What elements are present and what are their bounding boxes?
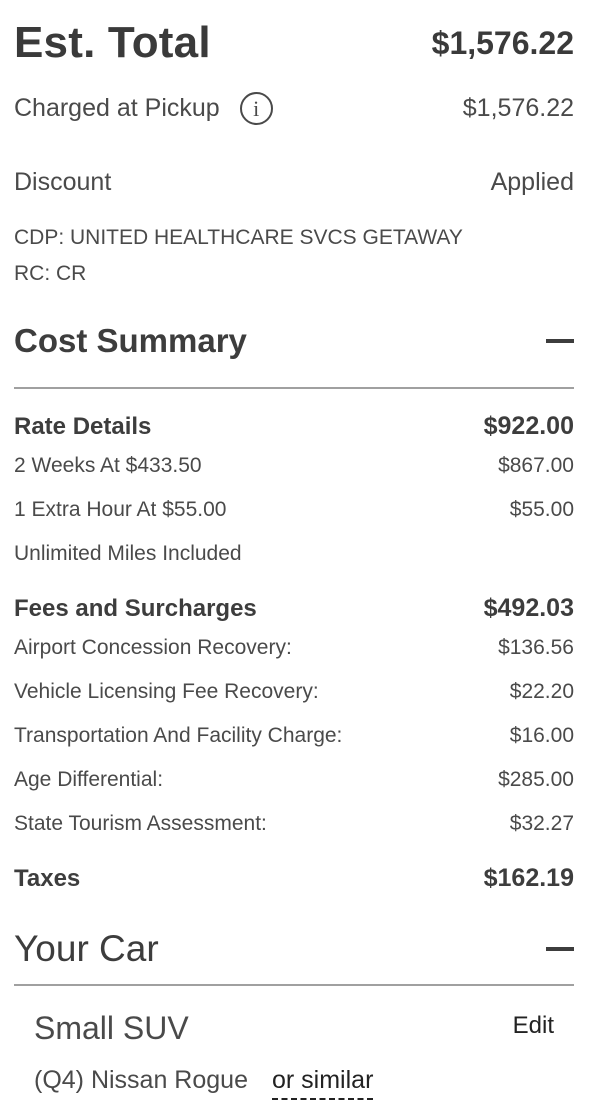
fee-item-row: Airport Concession Recovery: $136.56 — [14, 636, 574, 660]
estimate-total-row: Est. Total $1,576.22 — [14, 18, 574, 68]
taxes-title: Taxes — [14, 864, 81, 892]
fees-total: $492.03 — [483, 594, 574, 622]
cost-summary-title: Cost Summary — [14, 322, 247, 359]
rate-item-row: Unlimited Miles Included — [14, 542, 574, 566]
collapse-minus-icon[interactable] — [546, 947, 574, 951]
rate-item-label: Unlimited Miles Included — [14, 542, 242, 565]
car-type: Small SUV — [34, 1010, 189, 1046]
fee-item-value: $16.00 — [509, 724, 574, 747]
fee-item-value: $32.27 — [509, 812, 574, 835]
rate-details-title: Rate Details — [14, 412, 152, 440]
car-model: (Q4) Nissan Rogue — [34, 1066, 248, 1094]
your-car-header[interactable]: Your Car — [14, 928, 574, 970]
estimate-total-value: $1,576.22 — [431, 24, 574, 61]
or-similar-link[interactable]: or similar — [272, 1066, 374, 1100]
taxes-total: $162.19 — [483, 864, 574, 892]
collapse-minus-icon[interactable] — [546, 339, 574, 343]
rate-item-row: 1 Extra Hour At $55.00 $55.00 — [14, 498, 574, 522]
rate-details-total: $922.00 — [483, 412, 574, 440]
discount-status: Applied — [490, 168, 574, 196]
fee-item-value: $22.20 — [509, 680, 574, 703]
charged-at-pickup-label: Charged at Pickup — [14, 94, 220, 122]
fee-item-row: Transportation And Facility Charge: $16.… — [14, 724, 574, 748]
fee-item-label: Vehicle Licensing Fee Recovery: — [14, 680, 319, 703]
fee-item-label: Transportation And Facility Charge: — [14, 724, 343, 747]
estimate-total-title: Est. Total — [14, 18, 211, 67]
fee-item-label: State Tourism Assessment: — [14, 812, 267, 835]
fees-title: Fees and Surcharges — [14, 594, 257, 622]
discount-row: Discount Applied — [14, 168, 574, 197]
fees-row: Fees and Surcharges $492.03 — [14, 594, 574, 623]
cost-summary-header[interactable]: Cost Summary — [14, 322, 574, 360]
taxes-row: Taxes $162.19 — [14, 864, 574, 893]
rate-item-value: $867.00 — [498, 454, 574, 477]
fee-item-row: Vehicle Licensing Fee Recovery: $22.20 — [14, 680, 574, 704]
edit-car-link[interactable]: Edit — [513, 1012, 554, 1040]
charged-at-pickup-value: $1,576.22 — [462, 94, 574, 122]
cost-summary-divider — [14, 387, 574, 389]
discount-cdp: CDP: UNITED HEALTHCARE SVCS GETAWAY — [14, 226, 463, 249]
fee-item-label: Airport Concession Recovery: — [14, 636, 292, 659]
discount-rc: RC: CR — [14, 262, 87, 285]
info-icon[interactable]: i — [239, 92, 273, 125]
rate-details-row: Rate Details $922.00 — [14, 412, 574, 441]
rate-item-label: 2 Weeks At $433.50 — [14, 454, 202, 477]
your-car-title: Your Car — [14, 928, 159, 969]
rate-item-row: 2 Weeks At $433.50 $867.00 — [14, 454, 574, 478]
fee-item-row: State Tourism Assessment: $32.27 — [14, 812, 574, 836]
fee-item-value: $285.00 — [498, 768, 574, 791]
charged-at-pickup-row: Charged at Pickup i $1,576.22 — [14, 92, 574, 125]
fee-item-row: Age Differential: $285.00 — [14, 768, 574, 792]
fee-item-value: $136.56 — [498, 636, 574, 659]
charged-label-group: Charged at Pickup i — [14, 92, 273, 125]
fee-item-label: Age Differential: — [14, 768, 164, 791]
your-car-divider — [14, 984, 574, 986]
rate-item-label: 1 Extra Hour At $55.00 — [14, 498, 227, 521]
discount-label: Discount — [14, 168, 112, 196]
rate-item-value: $55.00 — [509, 498, 574, 521]
